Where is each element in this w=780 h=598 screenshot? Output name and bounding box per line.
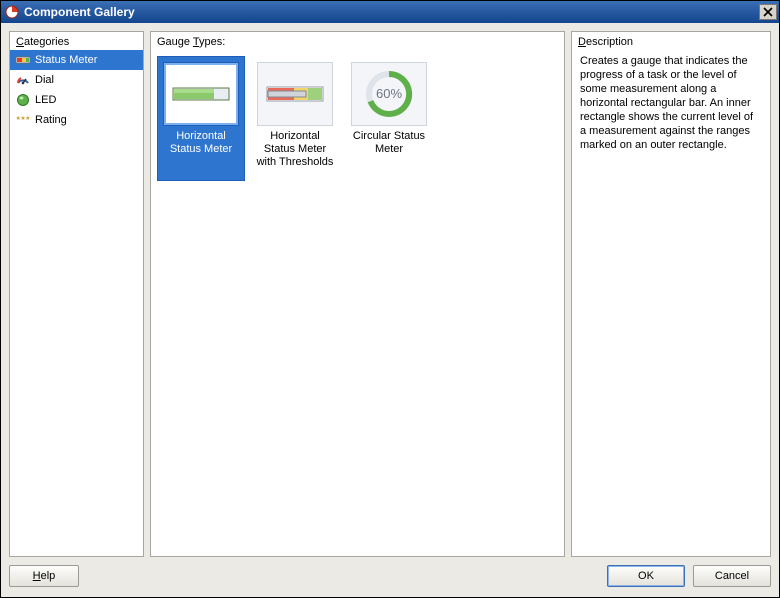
categories-panel: Categories Status Meter Dial — [9, 31, 144, 557]
gauge-tile-label: Horizontal Status Meter with Thresholds — [252, 130, 338, 169]
gauge-types-panel: Gauge Types: Horizontal Status Meter Hor… — [150, 31, 565, 557]
description-title: Description — [572, 32, 770, 50]
category-label: LED — [35, 94, 56, 106]
category-dial[interactable]: Dial — [10, 70, 143, 90]
category-status-meter[interactable]: Status Meter — [10, 50, 143, 70]
gauge-tile-horizontal-status-meter-thresholds[interactable]: Horizontal Status Meter with Thresholds — [251, 56, 339, 181]
gauge-tile-horizontal-status-meter[interactable]: Horizontal Status Meter — [157, 56, 245, 181]
category-label: Rating — [35, 114, 67, 126]
gauge-tile-label: Horizontal Status Meter — [158, 130, 244, 156]
close-button[interactable] — [759, 4, 777, 20]
category-led[interactable]: LED — [10, 90, 143, 110]
title-bar: Component Gallery — [1, 1, 779, 23]
description-text: Creates a gauge that indicates the progr… — [572, 50, 770, 156]
app-icon — [5, 5, 19, 19]
help-button[interactable]: Help — [9, 565, 79, 587]
gauge-types-title: Gauge Types: — [151, 32, 564, 50]
rating-icon — [16, 113, 30, 127]
categories-title: Categories — [10, 32, 143, 50]
ok-button[interactable]: OK — [607, 565, 685, 587]
gauge-tile-circular-status-meter[interactable]: 60% Circular Status Meter — [345, 56, 433, 181]
category-rating[interactable]: Rating — [10, 110, 143, 130]
gauge-tile-label: Circular Status Meter — [346, 130, 432, 156]
thumb-horizontal-status-meter-thresholds — [257, 62, 333, 126]
description-panel: Description Creates a gauge that indicat… — [571, 31, 771, 557]
status-meter-icon — [16, 53, 30, 67]
led-icon — [16, 93, 30, 107]
gauge-types-grid: Horizontal Status Meter Horizontal Statu… — [151, 50, 564, 556]
window-title: Component Gallery — [24, 5, 759, 19]
categories-list: Status Meter Dial LED — [10, 50, 143, 556]
dial-icon — [16, 73, 30, 87]
category-label: Status Meter — [35, 54, 97, 66]
component-gallery-dialog: Component Gallery Categories Status Mete… — [0, 0, 780, 598]
button-bar: Help OK Cancel — [1, 561, 779, 597]
dialog-content: Categories Status Meter Dial — [1, 23, 779, 561]
cancel-button[interactable]: Cancel — [693, 565, 771, 587]
category-label: Dial — [35, 74, 54, 86]
thumb-horizontal-status-meter — [163, 62, 239, 126]
svg-text:60%: 60% — [376, 86, 402, 101]
thumb-circular-status-meter: 60% — [351, 62, 427, 126]
